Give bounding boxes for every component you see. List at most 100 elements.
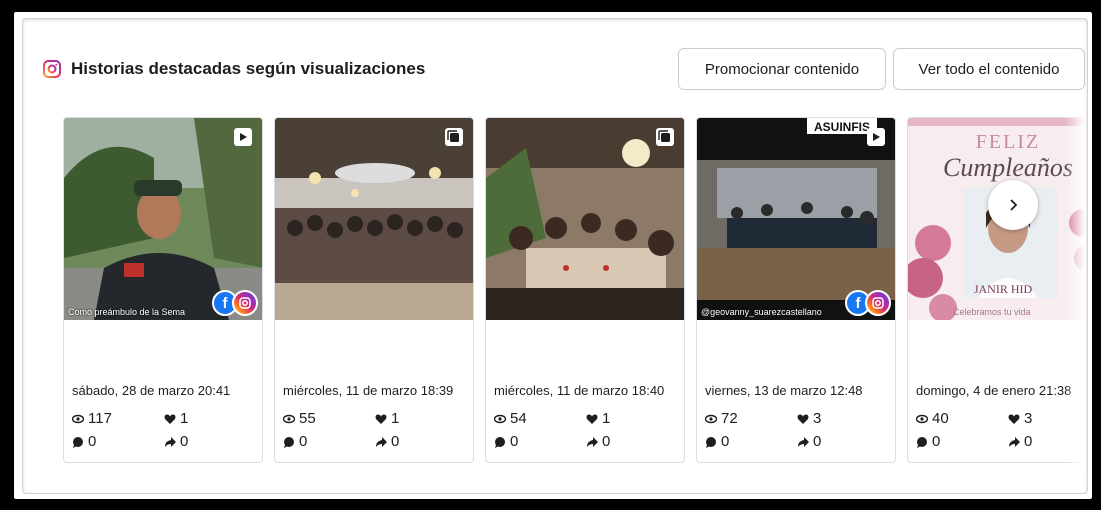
heart-icon [797, 414, 809, 424]
shares-stat: 0 [164, 433, 188, 450]
share-icon [587, 436, 598, 447]
eye-icon [916, 414, 928, 423]
shares-count: 0 [1024, 433, 1033, 450]
story-date: sábado, 28 de marzo 20:41 [72, 383, 231, 398]
carousel-icon [445, 128, 463, 146]
likes-stat: 1 [375, 410, 399, 427]
instagram-icon [865, 290, 891, 316]
story-overlay-text: Como preámbulo de la Sema [68, 307, 186, 317]
views-count: 40 [932, 410, 949, 427]
comment-icon [917, 436, 927, 448]
comments-count: 0 [299, 433, 308, 450]
screenshot-frame: Historias destacadas según visualizacion… [14, 12, 1092, 499]
heart-icon [1008, 414, 1020, 424]
story-card[interactable]: ASUINFIS @geovanny_suarezcastellano f vi… [696, 117, 896, 463]
comment-icon [73, 436, 83, 448]
comment-icon [495, 436, 505, 448]
likes-stat: 1 [164, 410, 188, 427]
story-cumple-text: Cumpleaños [943, 153, 1073, 182]
share-icon [165, 436, 176, 447]
story-thumbnail[interactable] [275, 118, 473, 320]
story-name-text: JANIR HID [974, 282, 1033, 296]
comment-icon [706, 436, 716, 448]
likes-count: 3 [1024, 410, 1033, 427]
view-all-content-button[interactable]: Ver todo el contenido [893, 48, 1085, 90]
comments-stat: 0 [705, 433, 729, 450]
shares-stat: 0 [375, 433, 399, 450]
panel-header: Historias destacadas según visualizacion… [43, 59, 425, 79]
carousel-icon [656, 128, 674, 146]
video-icon [234, 128, 252, 146]
comments-count: 0 [932, 433, 941, 450]
platform-badges: f [845, 290, 891, 316]
views-stat: 117 [72, 410, 112, 427]
share-icon [376, 436, 387, 447]
story-top-text: ASUINFIS [814, 120, 870, 134]
views-stat: 54 [494, 410, 527, 427]
views-stat: 55 [283, 410, 316, 427]
comments-stat: 0 [283, 433, 307, 450]
story-thumbnail[interactable]: Como preámbulo de la Sema f [64, 118, 262, 320]
chevron-right-icon [1010, 199, 1018, 211]
comments-count: 0 [721, 433, 730, 450]
likes-stat: 1 [586, 410, 610, 427]
story-card[interactable]: Como preámbulo de la Sema f sábado, 28 d… [63, 117, 263, 463]
shares-stat: 0 [1008, 433, 1032, 450]
eye-icon [283, 414, 295, 423]
views-count: 55 [299, 410, 316, 427]
views-stat: 40 [916, 410, 949, 427]
panel-title: Historias destacadas según visualizacion… [71, 59, 426, 78]
likes-count: 3 [813, 410, 822, 427]
video-icon [867, 128, 885, 146]
story-feliz-text: FELIZ [976, 131, 1040, 153]
story-card[interactable]: FELIZ Cumpleaños JANIR HID Celebramos tu… [907, 117, 1085, 463]
eye-icon [705, 414, 717, 423]
comments-stat: 0 [494, 433, 518, 450]
highlighted-stories-panel: Historias destacadas según visualizacion… [22, 18, 1088, 494]
carousel-fade [1065, 117, 1085, 467]
likes-count: 1 [391, 410, 400, 427]
comments-count: 0 [510, 433, 519, 450]
likes-stat: 3 [1008, 410, 1032, 427]
comment-icon [284, 436, 294, 448]
story-date: miércoles, 11 de marzo 18:40 [494, 383, 665, 398]
shares-count: 0 [391, 433, 400, 450]
instagram-icon [43, 60, 61, 78]
views-stat: 72 [705, 410, 738, 427]
story-thumbnail[interactable]: ASUINFIS @geovanny_suarezcastellano f [697, 118, 895, 320]
promote-content-button[interactable]: Promocionar contenido [678, 48, 886, 90]
share-icon [798, 436, 809, 447]
comments-stat: 0 [916, 433, 940, 450]
likes-stat: 3 [797, 410, 821, 427]
share-icon [1009, 436, 1020, 447]
comments-count: 0 [88, 433, 97, 450]
comments-stat: 0 [72, 433, 96, 450]
carousel-next-button[interactable] [988, 180, 1038, 230]
story-overlay-text: Celebramos tu vida [953, 307, 1031, 317]
views-count: 117 [88, 410, 112, 427]
shares-count: 0 [602, 433, 611, 450]
shares-stat: 0 [797, 433, 821, 450]
story-overlay-text: @geovanny_suarezcastellano [701, 307, 822, 317]
platform-badges: f [212, 290, 258, 316]
views-count: 54 [510, 410, 527, 427]
eye-icon [72, 414, 84, 423]
heart-icon [164, 414, 176, 424]
story-thumbnail[interactable] [486, 118, 684, 320]
shares-count: 0 [813, 433, 822, 450]
story-date: domingo, 4 de enero 21:38 [916, 383, 1072, 398]
views-count: 72 [721, 410, 738, 427]
likes-count: 1 [602, 410, 611, 427]
story-card[interactable]: miércoles, 11 de marzo 18:39 55 1 0 0 [274, 117, 474, 463]
shares-stat: 0 [586, 433, 610, 450]
instagram-icon [232, 290, 258, 316]
story-date: viernes, 13 de marzo 12:48 [705, 383, 863, 398]
shares-count: 0 [180, 433, 189, 450]
story-date: miércoles, 11 de marzo 18:39 [283, 383, 454, 398]
likes-count: 1 [180, 410, 189, 427]
stories-carousel: Como preámbulo de la Sema f sábado, 28 d… [63, 117, 1085, 467]
heart-icon [375, 414, 387, 424]
eye-icon [494, 414, 506, 423]
heart-icon [586, 414, 598, 424]
story-card[interactable]: miércoles, 11 de marzo 18:40 54 1 0 0 [485, 117, 685, 463]
